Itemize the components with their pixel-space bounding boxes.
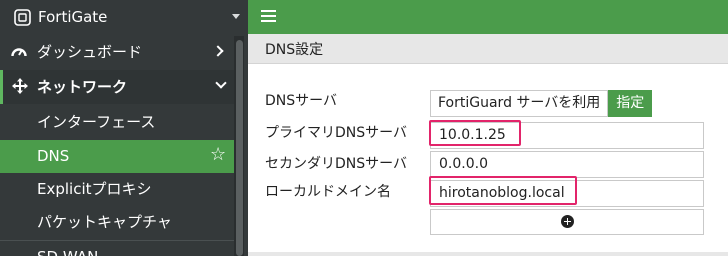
use-fortiguard-button[interactable]: FortiGuard サーバを利用: [430, 90, 609, 117]
bottom-divider: [248, 252, 728, 256]
plus-circle-icon: [561, 215, 574, 228]
main-content: DNS設定 DNSサーバ FortiGuard サーバを利用 指定 プライマリD…: [248, 34, 728, 256]
network-icon: [12, 78, 28, 94]
chevron-right-icon: [212, 45, 224, 57]
chevron-down-icon: [215, 77, 227, 89]
sidebar-item-network[interactable]: ネットワーク: [0, 70, 234, 104]
sidebar-item-dns[interactable]: DNS ☆: [0, 140, 234, 173]
local-domain-label: ローカルドメイン名: [265, 184, 391, 200]
top-bar: [248, 0, 728, 34]
page-title: DNS設定: [265, 42, 324, 58]
primary-dns-field[interactable]: 10.0.1.25: [430, 122, 704, 149]
sidebar-item-label: パケットキャプチャ: [37, 213, 172, 231]
specify-button[interactable]: 指定: [608, 90, 653, 117]
star-icon[interactable]: ☆: [210, 145, 226, 165]
sidebar-item-label: ネットワーク: [37, 78, 128, 96]
local-domain-field[interactable]: hirotanoblog.local: [430, 180, 704, 207]
brand-name: FortiGate: [38, 8, 108, 26]
primary-dns-label: プライマリDNSサーバ: [265, 125, 407, 141]
sidebar-item-label: ダッシュボード: [37, 43, 143, 61]
hamburger-icon[interactable]: [261, 10, 276, 23]
sidebar-item-label: DNS: [37, 147, 70, 165]
dns-server-label: DNSサーバ: [265, 93, 337, 109]
brand-header[interactable]: FortiGate: [0, 0, 248, 34]
sidebar-scroll-thumb[interactable]: [236, 40, 243, 256]
caret-down-icon[interactable]: [232, 14, 240, 19]
add-domain-button[interactable]: [430, 209, 704, 235]
fortigate-logo-icon: [14, 9, 31, 26]
sidebar-item-label: インターフェース: [37, 113, 156, 131]
dns-server-toggle: FortiGuard サーバを利用 指定: [430, 90, 653, 117]
sidebar-item-packet-capture[interactable]: パケットキャプチャ: [0, 206, 234, 239]
sidebar-item-sd-wan[interactable]: SD-WAN: [0, 240, 234, 256]
section-header: DNS設定: [248, 34, 728, 64]
dashboard-icon: [11, 48, 27, 57]
secondary-dns-field[interactable]: 0.0.0.0: [430, 151, 704, 178]
sidebar: FortiGate ダッシュボード ネットワーク インターフェース DNS ☆ …: [0, 0, 248, 256]
secondary-dns-label: セカンダリDNSサーバ: [265, 156, 407, 172]
sidebar-item-label: SD-WAN: [37, 247, 98, 256]
sidebar-item-dashboard[interactable]: ダッシュボード: [0, 36, 234, 68]
sidebar-item-interfaces[interactable]: インターフェース: [0, 106, 234, 139]
sidebar-item-explicit-proxy[interactable]: Explicitプロキシ: [0, 173, 234, 206]
sidebar-item-label: Explicitプロキシ: [37, 180, 152, 198]
